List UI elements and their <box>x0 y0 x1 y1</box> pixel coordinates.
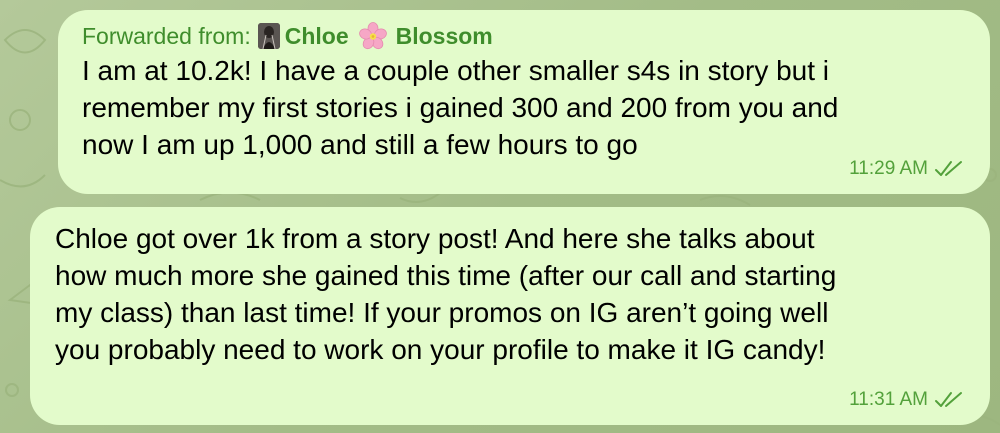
forwarded-header[interactable]: Forwarded from: Chloe Blossom <box>82 22 966 50</box>
message-meta: 11:31 AM <box>849 389 964 411</box>
message-bubble[interactable]: Chloe got over 1k from a story post! And… <box>30 207 990 425</box>
forwarded-sender-last-name[interactable]: Blossom <box>396 22 493 50</box>
double-check-icon <box>934 160 964 178</box>
message-time: 11:29 AM <box>849 158 928 179</box>
message-text: Chloe got over 1k from a story post! And… <box>55 223 837 365</box>
cherry-blossom-icon <box>358 22 387 50</box>
double-check-icon <box>934 391 964 409</box>
forwarded-label: Forwarded from: <box>82 23 251 49</box>
message-text: I am at 10.2k! I have a couple other sma… <box>82 55 839 160</box>
forwarded-sender-avatar[interactable] <box>257 23 280 50</box>
message-time: 11:31 AM <box>849 389 928 410</box>
message-meta: 11:29 AM <box>849 158 964 180</box>
forwarded-sender-first-name[interactable]: Chloe <box>285 22 349 50</box>
message-bubble-forwarded[interactable]: Forwarded from: Chloe Blossom I am at 10… <box>58 10 990 194</box>
